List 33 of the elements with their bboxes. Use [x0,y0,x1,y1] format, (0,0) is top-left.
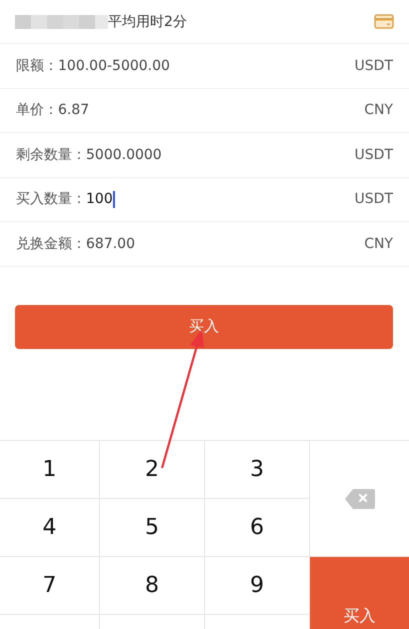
number-key[interactable]: 8 [100,557,204,614]
row-label: 买入数量： [16,190,86,208]
quantity-input-field[interactable]: 100 [86,190,115,208]
buy-button[interactable]: 买入 [15,304,393,348]
row-value: 5000.0000 [86,146,162,163]
unit-label: CNY [364,102,393,118]
number-key[interactable]: 1 [0,441,99,498]
number-key[interactable]: 7 [0,557,99,614]
number-key[interactable]: 5 [100,499,204,556]
row-value: 6.87 [58,102,90,118]
backspace-icon [344,488,376,510]
number-key[interactable]: 9 [205,557,309,614]
number-key[interactable]: 6 [205,499,309,556]
card-icon[interactable] [374,14,394,29]
unit-label: USDT [354,146,393,163]
row-label: 剩余数量： [16,146,86,164]
unit-label: CNY [364,236,393,252]
row-value: 100.00-5000.00 [58,58,170,74]
confirm-buy-key[interactable]: 买入 [310,557,409,629]
row-value: 687.00 [86,236,135,252]
number-key[interactable] [0,615,99,629]
row-label: 单价： [16,101,58,120]
row-label: 限额： [16,56,58,75]
number-key[interactable] [100,615,204,629]
number-key[interactable] [205,615,309,629]
row-label: 兑换金额： [16,234,86,253]
backspace-key[interactable] [310,441,409,556]
unit-label: USDT [354,191,393,208]
unit-label: USDT [354,58,393,74]
number-key[interactable]: 4 [0,499,99,556]
average-time-text: 平均用时2分 [108,12,187,30]
number-key[interactable]: 3 [205,441,309,498]
number-key[interactable]: 2 [100,441,204,498]
